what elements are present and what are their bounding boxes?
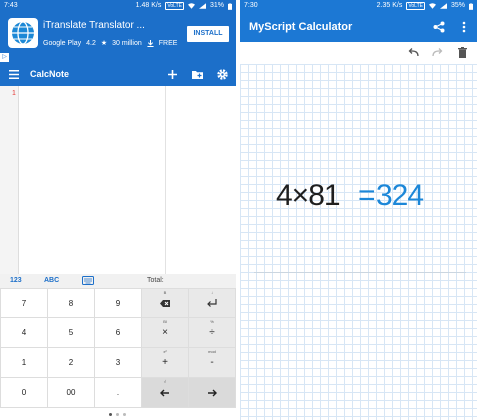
minus-key[interactable]: mod - [189, 348, 235, 377]
key-7[interactable]: 7 [1, 289, 47, 317]
minus-symbol: - [210, 357, 214, 368]
tab-alpha[interactable]: ABC [44, 277, 59, 284]
hamburger-menu-icon[interactable] [9, 70, 19, 79]
arrow-left-icon [160, 389, 169, 396]
divide-key[interactable]: % ÷ [189, 318, 235, 347]
share-icon[interactable] [433, 21, 445, 33]
backspace-icon [160, 299, 170, 307]
settings-gear-icon[interactable] [216, 68, 229, 81]
volte-badge: VoLTE [165, 2, 184, 10]
key-8[interactable]: 8 [48, 289, 94, 317]
total-label: Total: [147, 277, 164, 284]
delete-trash-icon[interactable] [458, 47, 467, 58]
keyboard-tabs: 123 ABC Total: [0, 274, 236, 288]
plus-key[interactable]: x² + [142, 348, 188, 377]
cursor-right-key[interactable] [189, 378, 235, 407]
undo-icon[interactable] [408, 48, 419, 57]
enter-secondary-label: ↓ [211, 290, 213, 295]
app-title: CalcNote [30, 69, 70, 79]
toolbar [240, 42, 477, 64]
line-number: 1 [12, 90, 16, 97]
key-5[interactable]: 5 [48, 318, 94, 347]
backspace-key[interactable]: B [142, 289, 188, 317]
overflow-menu-icon[interactable] [462, 21, 466, 33]
app-bar: CalcNote [0, 64, 236, 86]
backspace-secondary-label: B [163, 290, 167, 295]
multiply-secondary-label: Bl [163, 319, 167, 324]
cursor-left-key[interactable]: √ [142, 378, 188, 407]
add-icon[interactable] [166, 68, 179, 81]
divide-symbol: ÷ [209, 327, 215, 338]
enter-icon [207, 299, 217, 307]
key-00[interactable]: 00 [48, 378, 94, 407]
multiply-key[interactable]: Bl × [142, 318, 188, 347]
network-speed: 1.48 K/s [135, 2, 162, 9]
key-6[interactable]: 6 [95, 318, 141, 347]
key-9[interactable]: 9 [95, 289, 141, 317]
numeric-keypad: 7 8 9 B ↓ 4 5 6 Bl × % ÷ 1 2 3 x² + mod … [0, 288, 236, 408]
results-column-divider [165, 86, 166, 274]
enter-key[interactable]: ↓ [189, 289, 235, 317]
key-4[interactable]: 4 [1, 318, 47, 347]
key-0[interactable]: 0 [1, 378, 47, 407]
key-2[interactable]: 2 [48, 348, 94, 377]
keyboard-icon[interactable] [82, 276, 94, 285]
ad-banner[interactable]: iTranslate Translator ... Google Play 4.… [0, 12, 236, 64]
ad-downloads: 30 million [112, 39, 142, 47]
page-dot [116, 413, 119, 416]
calcnote-screen: 7:43 1.48 K/s VoLTE 31% iTranslate Trans… [0, 0, 236, 420]
minus-secondary-label: mod [208, 349, 216, 354]
status-bar: 7:30 2.35 K/s VoLTE 35% [240, 0, 477, 12]
network-speed: 2.35 K/s [376, 2, 403, 9]
line-gutter: 1 [0, 86, 19, 274]
itranslate-logo-icon [8, 18, 38, 48]
status-time: 7:43 [4, 2, 18, 9]
volte-badge: VoLTE [406, 2, 425, 10]
divide-secondary-label: % [210, 319, 214, 324]
app-bar: MyScript Calculator [240, 12, 477, 42]
handwriting-canvas[interactable]: 4×81 = 324 [240, 64, 477, 420]
battery-level: 35% [450, 2, 465, 9]
tab-numeric[interactable]: 123 [10, 277, 22, 284]
ad-title: iTranslate Translator ... [43, 20, 145, 31]
signal-icon [439, 3, 447, 9]
arrow-right-icon [208, 389, 217, 396]
app-title: MyScript Calculator [249, 21, 353, 33]
wifi-icon [187, 3, 195, 9]
battery-level: 31% [209, 2, 224, 9]
install-button[interactable]: INSTALL [187, 26, 229, 42]
battery-icon [469, 2, 473, 10]
writing-baseline [254, 272, 466, 273]
calculation-result: 324 [376, 179, 424, 212]
ad-price: FREE [158, 39, 178, 47]
signal-icon [198, 3, 206, 9]
key-1[interactable]: 1 [1, 348, 47, 377]
ad-store-name: Google Play [43, 39, 82, 47]
battery-icon [228, 2, 232, 10]
ad-choices-icon[interactable]: ▷ [0, 53, 9, 62]
download-icon [147, 39, 154, 47]
key-decimal[interactable]: . [95, 378, 141, 407]
plus-symbol: + [162, 357, 168, 368]
equals-sign: = [358, 179, 376, 212]
note-editor[interactable]: 1 [0, 86, 236, 274]
star-icon: ★ [100, 40, 108, 47]
page-dot [123, 413, 126, 416]
status-bar: 7:43 1.48 K/s VoLTE 31% [0, 0, 236, 12]
page-dot-active [109, 413, 112, 416]
redo-icon[interactable] [432, 48, 443, 57]
plus-secondary-label: x² [163, 349, 167, 354]
myscript-calculator-screen: 7:30 2.35 K/s VoLTE 35% MyScript Calcula… [240, 0, 477, 420]
key-3[interactable]: 3 [95, 348, 141, 377]
status-time: 7:30 [244, 2, 258, 9]
ad-meta: Google Play 4.2 ★ 30 million FREE [43, 39, 177, 47]
new-folder-icon[interactable] [191, 68, 204, 81]
ad-rating: 4.2 [86, 39, 96, 47]
handwritten-expression: 4×81 [276, 179, 341, 212]
wifi-icon [428, 3, 436, 9]
multiply-symbol: × [162, 327, 168, 338]
keyboard-page-indicator [0, 408, 236, 420]
cursor-left-secondary-label: √ [163, 379, 167, 384]
